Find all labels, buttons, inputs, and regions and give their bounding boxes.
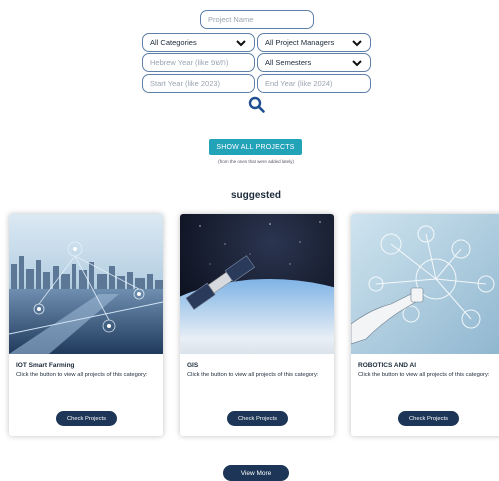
semester-select-value: All Semesters [265, 58, 312, 67]
gis-satellite-image [180, 214, 334, 354]
start-year-placeholder: Start Year (like 2023) [150, 79, 221, 88]
card-title: IOT Smart Farming [16, 362, 75, 369]
show-all-projects-button[interactable]: SHOW ALL PROJECTS [209, 139, 302, 155]
project-name-input[interactable]: Project Name [200, 10, 314, 29]
category-card-robotics: ROBOTICS AND AI Click the button to view… [351, 214, 499, 436]
card-description: Click the button to view all projects of… [16, 372, 148, 378]
robotics-ai-image [351, 214, 499, 354]
category-select-value: All Categories [150, 38, 197, 47]
check-projects-button[interactable]: Check Projects [398, 411, 459, 426]
end-year-input[interactable]: End Year (like 2024) [257, 74, 371, 93]
chevron-down-icon [352, 59, 362, 66]
card-description: Click the button to view all projects of… [358, 372, 490, 378]
check-projects-button[interactable]: Check Projects [227, 411, 288, 426]
show-all-note: (from the ones that were added lately) [218, 159, 294, 164]
chevron-down-icon [236, 39, 246, 46]
project-name-placeholder: Project Name [208, 15, 254, 24]
start-year-input[interactable]: Start Year (like 2023) [142, 74, 255, 93]
category-card-gis: GIS Click the button to view all project… [180, 214, 334, 436]
hebrew-year-input[interactable]: Hebrew Year (like תשפ) [142, 53, 255, 72]
card-description: Click the button to view all projects of… [187, 372, 319, 378]
project-manager-select[interactable]: All Project Managers [257, 33, 371, 52]
project-manager-select-value: All Project Managers [265, 38, 335, 47]
end-year-placeholder: End Year (like 2024) [265, 79, 333, 88]
card-title: ROBOTICS AND AI [358, 362, 417, 369]
search-icon[interactable] [248, 96, 266, 114]
iot-city-image [9, 214, 163, 354]
hebrew-year-placeholder: Hebrew Year (like תשפ) [150, 58, 229, 67]
chevron-down-icon [352, 39, 362, 46]
check-projects-button[interactable]: Check Projects [56, 411, 117, 426]
category-card-iot: IOT Smart Farming Click the button to vi… [9, 214, 163, 436]
view-more-button[interactable]: View More [223, 465, 289, 481]
category-select[interactable]: All Categories [142, 33, 255, 52]
semester-select[interactable]: All Semesters [257, 53, 371, 72]
section-title: suggested [230, 190, 281, 201]
card-title: GIS [187, 362, 199, 369]
